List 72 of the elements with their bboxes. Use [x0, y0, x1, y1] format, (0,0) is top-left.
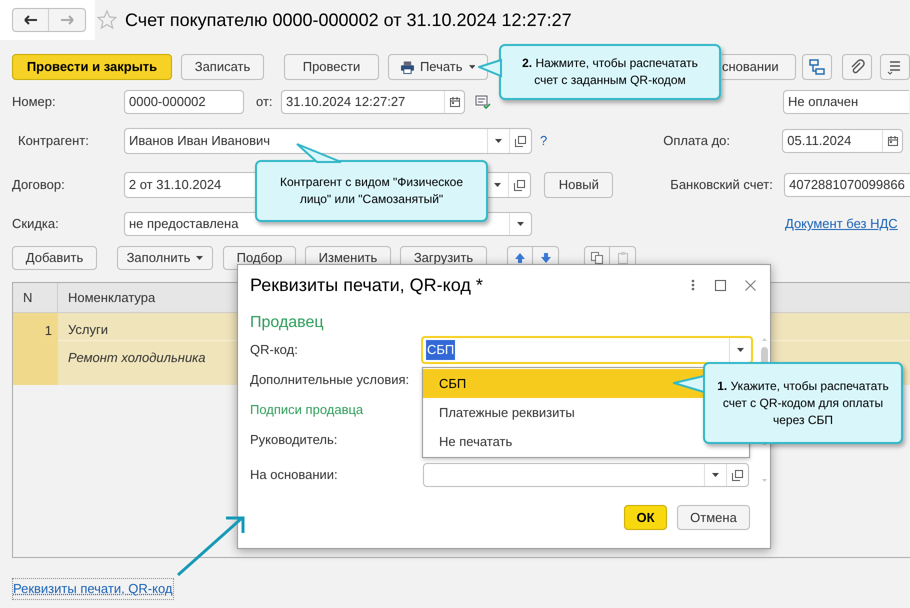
- table-cell: 1: [13, 313, 58, 385]
- field-label: Номер:: [12, 93, 57, 112]
- vat-link[interactable]: Документ без НДС: [785, 214, 898, 234]
- nav-button-group[interactable]: [12, 8, 86, 32]
- caret-icon: [737, 348, 744, 352]
- section-heading: Подписи продавца: [250, 401, 364, 420]
- column-header: Номенклатура: [68, 288, 156, 307]
- table-cell: Услуги: [68, 322, 108, 337]
- structure-button[interactable]: [802, 54, 832, 80]
- toolbar-button[interactable]: Провести: [284, 54, 379, 80]
- toolbar-button[interactable]: Записать: [181, 54, 264, 80]
- caret-icon: [712, 473, 719, 477]
- list-button[interactable]: [880, 54, 910, 80]
- field-label: Дополнительные условия:: [250, 371, 410, 390]
- qr-code-field[interactable]: СБП: [421, 336, 753, 364]
- more-icon[interactable]: [691, 279, 695, 291]
- number-field[interactable]: 0000-000002: [124, 90, 244, 114]
- caret-icon: [517, 222, 524, 226]
- column-header: N: [13, 283, 58, 312]
- maximize-icon[interactable]: [715, 280, 726, 290]
- field-label: Руководитель:: [250, 431, 338, 450]
- status-field[interactable]: Не оплачен: [783, 90, 909, 114]
- star-icon[interactable]: [97, 10, 117, 30]
- caret-icon: [468, 65, 475, 69]
- field-label: от:: [256, 93, 274, 112]
- caret-icon: [196, 256, 204, 260]
- field-label: Договор:: [12, 176, 66, 194]
- toolbar-button[interactable]: Печать: [388, 54, 488, 80]
- calendar-icon: [888, 136, 898, 146]
- new-button[interactable]: Новый: [544, 172, 614, 198]
- date-field[interactable]: 31.10.2024 12:27:27: [281, 90, 465, 114]
- clipboard-icon: [616, 252, 628, 264]
- list-icon: [887, 59, 903, 75]
- counterparty-field[interactable]: Иванов Иван Иванович: [124, 128, 532, 154]
- window-title: Счет покупателю 0000-000002 от 31.10.2024 12:27:27: [125, 8, 572, 32]
- open-window-icon: [514, 180, 526, 190]
- forward-arrow-icon: [60, 15, 74, 25]
- pay-until-field[interactable]: 05.11.2024: [782, 129, 904, 153]
- document-check-icon: [475, 95, 491, 109]
- caret-icon: [495, 139, 502, 143]
- hierarchy-icon: [809, 59, 825, 75]
- bank-account-field[interactable]: 4072881070099866: [784, 173, 910, 197]
- toolbar-button[interactable]: сновании: [722, 54, 796, 80]
- table-toolbar-button[interactable]: Заполнить: [117, 246, 213, 270]
- close-icon[interactable]: [745, 280, 756, 290]
- section-heading: Продавец: [250, 313, 324, 333]
- field-label: Оплата до:: [663, 132, 731, 150]
- print-settings-link[interactable]: Реквизиты печати, QR-код: [12, 578, 174, 600]
- basis-field[interactable]: [423, 463, 749, 487]
- calendar-icon: [450, 97, 460, 107]
- callout-text: 2. Нажмите, чтобы распечатать счет с заданным QR-кодом: [521, 55, 699, 89]
- field-label: Контрагент:: [18, 132, 90, 150]
- field-label: На основании:: [250, 466, 339, 484]
- printer-icon: [401, 60, 414, 74]
- open-window-icon: [515, 136, 526, 146]
- table-cell: Ремонт холодильника: [68, 350, 206, 365]
- dialog-button[interactable]: ОК: [624, 505, 667, 530]
- back-arrow-icon: [24, 15, 38, 25]
- field-label: QR-код:: [250, 341, 299, 360]
- table-toolbar-button[interactable]: Добавить: [12, 246, 97, 270]
- open-window-icon: [732, 470, 743, 480]
- dialog-button[interactable]: Отмена: [677, 505, 750, 530]
- toolbar-button[interactable]: Провести и закрыть: [12, 54, 172, 80]
- attach-button[interactable]: [842, 54, 872, 80]
- field-label: Банковский счет:: [670, 176, 774, 194]
- dialog-title: Реквизиты печати, QR-код *: [250, 274, 484, 297]
- field-label: Скидка:: [12, 215, 60, 234]
- caret-icon: [494, 183, 502, 187]
- down-arrow-icon: [540, 252, 552, 264]
- up-arrow-icon: [514, 252, 526, 264]
- help-link[interactable]: ?: [540, 131, 548, 151]
- paperclip-icon: [849, 59, 865, 75]
